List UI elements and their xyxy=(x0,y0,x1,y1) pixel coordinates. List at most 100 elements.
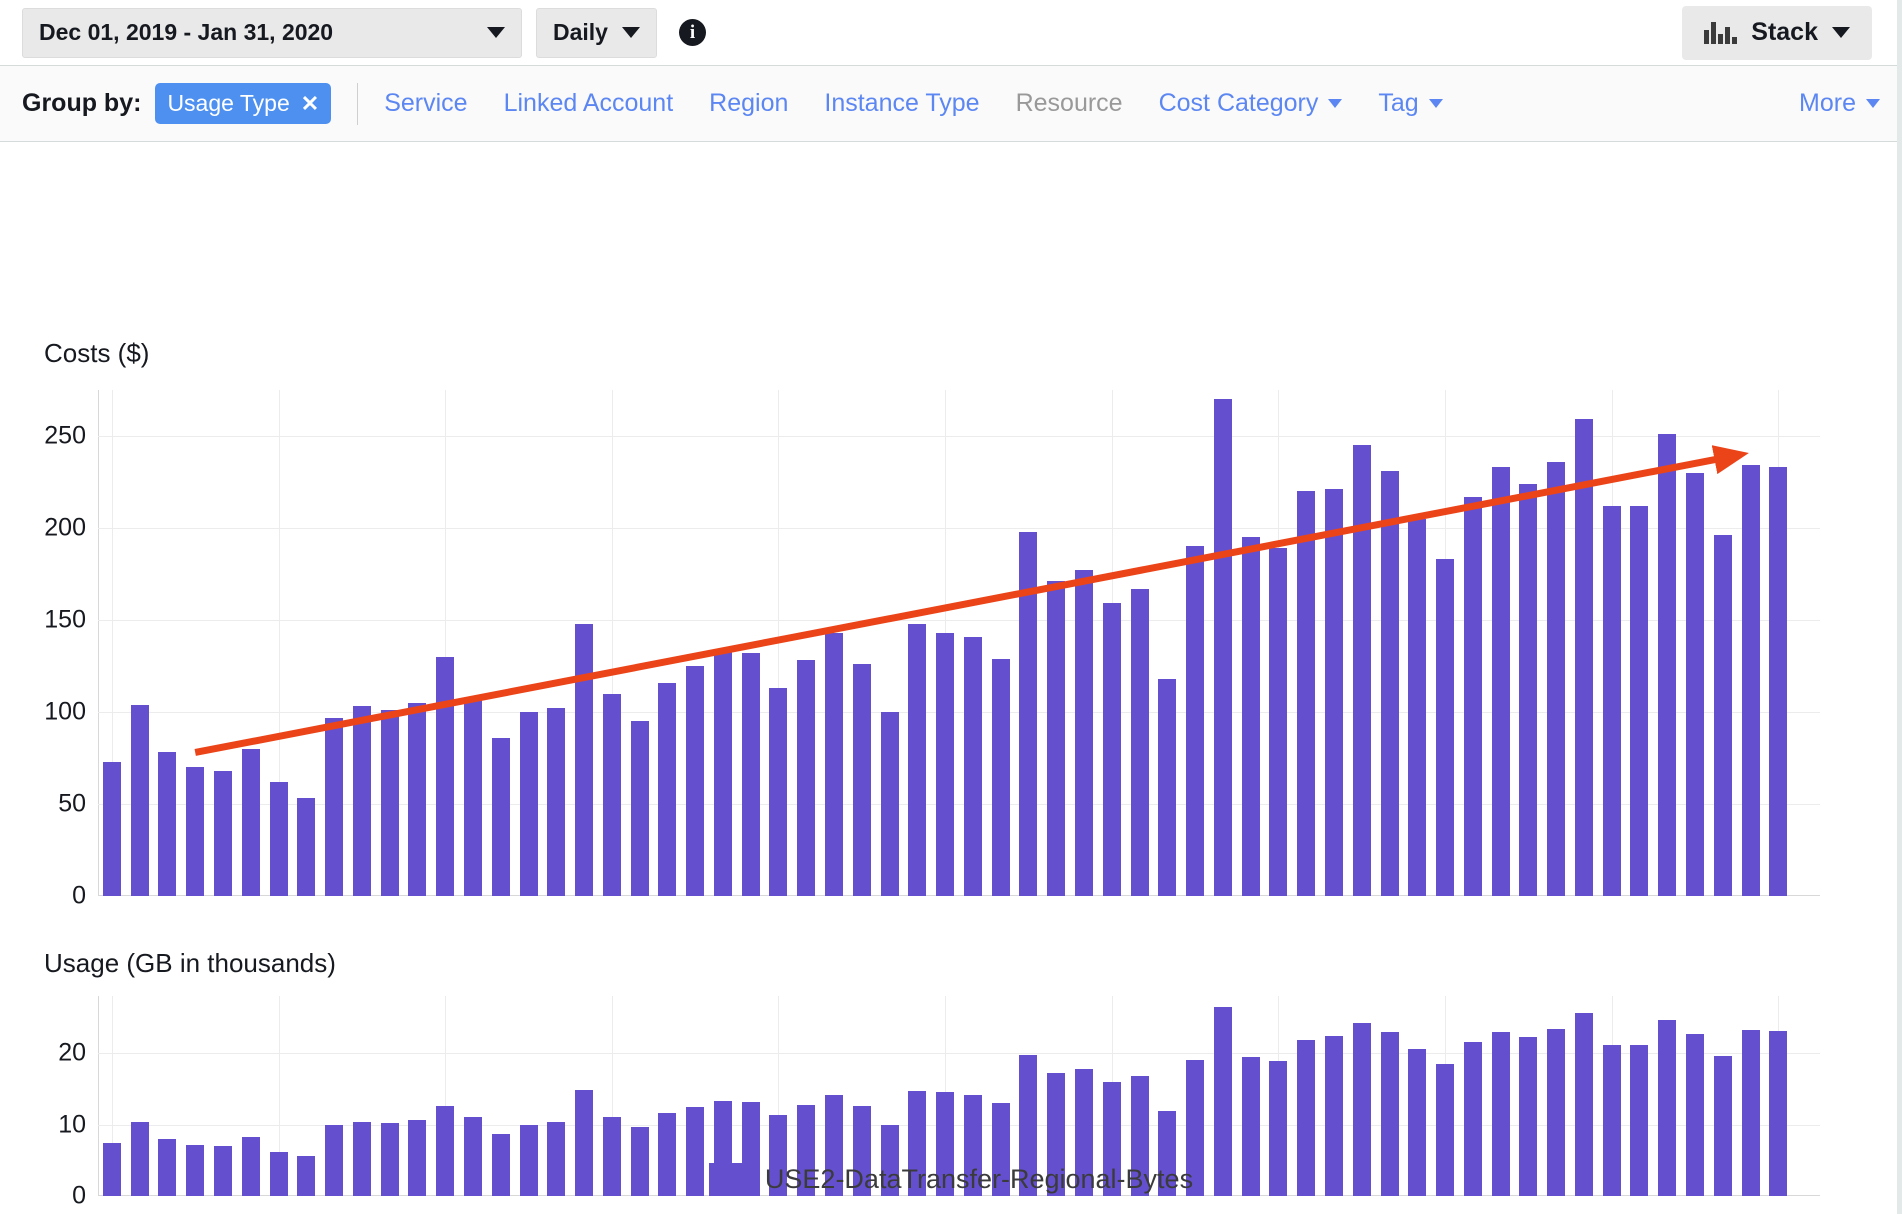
x-axis-tick-label: Dec-07 xyxy=(238,1210,319,1214)
bar[interactable] xyxy=(297,798,316,896)
bar[interactable] xyxy=(1574,419,1593,896)
bar[interactable] xyxy=(1436,559,1455,896)
chevron-down-icon xyxy=(487,27,505,38)
bar[interactable] xyxy=(991,658,1010,896)
x-axis-tick-label: Jan-24 xyxy=(1573,1210,1649,1214)
bar[interactable] xyxy=(1713,535,1732,896)
bar[interactable] xyxy=(1241,537,1260,896)
bar[interactable] xyxy=(686,666,705,896)
bar[interactable] xyxy=(713,651,732,896)
y-axis-tick-label: 20 xyxy=(58,1038,86,1067)
bar[interactable] xyxy=(1130,588,1149,896)
bar[interactable] xyxy=(1630,505,1649,896)
bar[interactable] xyxy=(1408,518,1427,896)
bar[interactable] xyxy=(908,623,927,896)
legend-color-swatch xyxy=(708,1163,747,1196)
bar[interactable] xyxy=(1158,678,1177,896)
x-axis-tick-label: Dec-01 xyxy=(72,1210,153,1214)
group-by-region[interactable]: Region xyxy=(709,89,788,118)
costs-chart-title: Costs ($) xyxy=(44,338,150,368)
bar[interactable] xyxy=(630,721,649,896)
group-by-cost-category-label: Cost Category xyxy=(1158,89,1319,117)
bar[interactable] xyxy=(130,704,149,896)
chevron-down-icon xyxy=(621,27,640,38)
group-by-instance-type-label: Instance Type xyxy=(824,89,980,117)
bar[interactable] xyxy=(380,710,399,896)
bar-chart-icon xyxy=(1704,21,1738,44)
y-axis-tick-label: 50 xyxy=(58,789,86,818)
page-scrollbar[interactable] xyxy=(1897,0,1902,1214)
bar[interactable] xyxy=(658,682,677,896)
bar[interactable] xyxy=(102,761,121,896)
chevron-down-icon xyxy=(1328,99,1343,108)
bar[interactable] xyxy=(1102,603,1121,896)
bar[interactable] xyxy=(852,664,871,896)
y-axis-tick-label: 150 xyxy=(44,605,86,634)
bar[interactable] xyxy=(213,770,232,896)
bar[interactable] xyxy=(186,767,205,896)
bar[interactable] xyxy=(325,717,344,896)
bar[interactable] xyxy=(880,712,899,896)
y-axis-tick-label: 0 xyxy=(72,881,86,910)
bar[interactable] xyxy=(1269,548,1288,896)
group-by-more[interactable]: More xyxy=(1799,89,1880,118)
bar[interactable] xyxy=(1047,581,1066,896)
bar[interactable] xyxy=(575,623,594,896)
stack-style-selector[interactable]: Stack xyxy=(1682,5,1872,60)
cost-explorer-charts: Costs ($) 0 50 100 150 200 250 Usage (GB in t… xyxy=(0,142,1902,1214)
bar[interactable] xyxy=(936,632,955,896)
bar[interactable] xyxy=(797,660,816,896)
group-by-region-label: Region xyxy=(709,89,789,117)
bar[interactable] xyxy=(1491,467,1510,896)
bar[interactable] xyxy=(1519,483,1538,896)
bar[interactable] xyxy=(1741,465,1760,896)
group-by-tag[interactable]: Tag xyxy=(1378,89,1443,118)
bar[interactable] xyxy=(519,712,538,896)
usage-chart-title: Usage (GB in thousands) xyxy=(44,948,336,978)
bar[interactable] xyxy=(547,708,566,896)
granularity-selector[interactable]: Daily xyxy=(536,7,657,58)
bar[interactable] xyxy=(1463,496,1482,896)
chart-legend[interactable]: USE2-DataTransfer-Regional-Bytes xyxy=(0,1163,1902,1196)
bar[interactable] xyxy=(825,632,844,896)
bar[interactable] xyxy=(1074,570,1093,896)
bar[interactable] xyxy=(602,693,621,896)
bar[interactable] xyxy=(1186,546,1205,896)
bar[interactable] xyxy=(158,752,177,896)
group-by-instance-type[interactable]: Instance Type xyxy=(824,89,979,118)
chevron-down-icon xyxy=(1866,99,1880,108)
info-glyph: i xyxy=(689,21,696,43)
bar[interactable] xyxy=(352,706,371,896)
bar[interactable] xyxy=(1602,505,1621,896)
bar[interactable] xyxy=(1686,472,1705,896)
top-toolbar: Dec 01, 2019 - Jan 31, 2020 Daily i Stac… xyxy=(0,0,1902,66)
group-by-cost-category[interactable]: Cost Category xyxy=(1159,89,1343,118)
bar[interactable] xyxy=(241,748,260,896)
bar[interactable] xyxy=(1547,461,1566,896)
bar[interactable] xyxy=(1769,467,1788,896)
bar[interactable] xyxy=(269,781,288,896)
bar[interactable] xyxy=(963,636,982,896)
bar[interactable] xyxy=(1019,531,1038,896)
group-by-service[interactable]: Service xyxy=(384,89,467,118)
bar[interactable] xyxy=(1324,489,1343,896)
bar[interactable] xyxy=(491,737,510,896)
bar[interactable] xyxy=(1213,399,1232,896)
bar[interactable] xyxy=(463,699,482,896)
close-icon[interactable]: ✕ xyxy=(301,91,319,117)
bar[interactable] xyxy=(408,702,427,896)
bar[interactable] xyxy=(769,688,788,896)
bar[interactable] xyxy=(1658,434,1677,896)
bar[interactable] xyxy=(741,653,760,896)
info-icon[interactable]: i xyxy=(678,19,706,46)
bar[interactable] xyxy=(1297,491,1316,896)
group-by-chip-usage-type[interactable]: Usage Type ✕ xyxy=(155,83,332,124)
bar[interactable] xyxy=(1352,445,1371,896)
group-by-linked-account[interactable]: Linked Account xyxy=(504,89,674,118)
group-by-resource-label: Resource xyxy=(1015,89,1123,117)
x-axis-tick-label: Dec-31 xyxy=(905,1210,986,1214)
bar[interactable] xyxy=(436,656,455,896)
bar[interactable] xyxy=(1380,470,1399,896)
costs-bar-chart[interactable]: 0 50 100 150 200 250 xyxy=(44,390,1820,910)
date-range-selector[interactable]: Dec 01, 2019 - Jan 31, 2020 xyxy=(22,7,522,58)
